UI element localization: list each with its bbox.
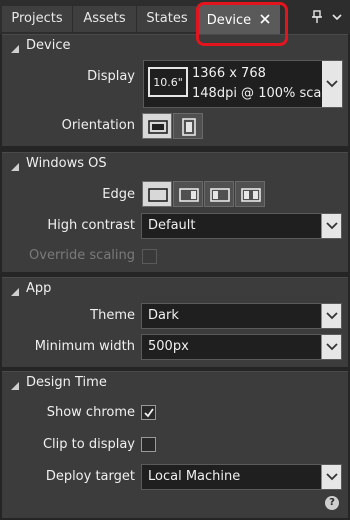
section-title: Design Time xyxy=(26,375,107,390)
minimum-width-label: Minimum width xyxy=(34,339,135,354)
theme-label: Theme xyxy=(90,308,135,323)
landscape-icon xyxy=(148,120,168,134)
minimum-width-select[interactable]: 500px xyxy=(141,334,342,360)
checkmark-icon xyxy=(144,408,154,418)
high-contrast-label: High contrast xyxy=(47,218,135,233)
edge-right-button[interactable] xyxy=(173,181,203,207)
orientation-label: Orientation xyxy=(61,118,135,133)
section-title: Windows OS xyxy=(26,156,107,171)
override-scaling-checkbox[interactable] xyxy=(142,249,157,264)
section-title: App xyxy=(26,281,52,296)
edge-none-icon xyxy=(148,188,168,202)
chevron-down-icon xyxy=(326,80,338,88)
collapse-triangle-icon[interactable] xyxy=(10,161,20,171)
high-contrast-value: Default xyxy=(148,218,196,233)
deploy-target-label: Deploy target xyxy=(45,469,135,484)
display-dpi: 148dpi @ 100% scale xyxy=(192,86,333,101)
minimum-width-value: 500px xyxy=(148,339,189,354)
tab-strip: Projects Assets States Device xyxy=(0,0,350,34)
orientation-landscape-button[interactable] xyxy=(142,113,172,139)
tab-device[interactable]: Device xyxy=(198,4,280,34)
portrait-icon xyxy=(182,118,196,136)
edge-both-button[interactable] xyxy=(235,181,265,207)
clip-to-display-label: Clip to display xyxy=(42,437,135,452)
edge-right-icon xyxy=(179,188,199,202)
edge-label: Edge xyxy=(102,187,135,202)
display-select[interactable]: 10.6" 1366 x 768 148dpi @ 100% scale xyxy=(143,60,343,108)
edge-both-icon xyxy=(241,188,261,202)
display-label: Display xyxy=(87,69,135,84)
section-header-windows-os[interactable]: Windows OS xyxy=(2,153,348,177)
high-contrast-dropdown-button[interactable] xyxy=(321,214,341,238)
deploy-target-value: Local Machine xyxy=(148,469,241,484)
section-header-design-time[interactable]: Design Time xyxy=(2,372,348,396)
theme-value: Dark xyxy=(148,308,179,323)
theme-select[interactable]: Dark xyxy=(141,303,342,329)
chevron-down-icon xyxy=(326,312,338,320)
tab-assets[interactable]: Assets xyxy=(73,6,136,32)
show-chrome-label: Show chrome xyxy=(46,405,135,420)
chevron-down-icon[interactable] xyxy=(330,10,344,24)
tab-label: Projects xyxy=(11,11,63,26)
collapse-triangle-icon[interactable] xyxy=(10,286,20,296)
deploy-target-select[interactable]: Local Machine xyxy=(141,464,342,490)
minimum-width-dropdown-button[interactable] xyxy=(321,335,341,359)
tab-label: Assets xyxy=(83,11,126,26)
orientation-portrait-button[interactable] xyxy=(173,113,203,139)
pin-icon[interactable] xyxy=(310,10,324,24)
chevron-down-icon xyxy=(326,473,338,481)
high-contrast-select[interactable]: Default xyxy=(141,213,342,239)
display-dropdown-button[interactable] xyxy=(322,61,342,107)
tab-projects[interactable]: Projects xyxy=(2,6,72,32)
collapse-triangle-icon[interactable] xyxy=(10,380,20,390)
edge-left-button[interactable] xyxy=(204,181,234,207)
chevron-down-icon xyxy=(326,222,338,230)
edge-none-button[interactable] xyxy=(142,181,172,207)
show-chrome-checkbox[interactable] xyxy=(141,405,156,420)
tab-label: Device xyxy=(206,13,252,28)
collapse-triangle-icon[interactable] xyxy=(10,43,20,53)
section-title: Device xyxy=(26,38,71,53)
section-header-app[interactable]: App xyxy=(2,278,348,302)
tab-states[interactable]: States xyxy=(137,6,197,32)
clip-to-display-checkbox[interactable] xyxy=(141,437,156,452)
section-header-device[interactable]: Device xyxy=(2,35,348,59)
screen-size-icon: 10.6" xyxy=(148,67,188,97)
close-icon[interactable] xyxy=(259,13,271,25)
display-resolution: 1366 x 768 xyxy=(192,66,266,81)
theme-dropdown-button[interactable] xyxy=(321,304,341,328)
tab-label: States xyxy=(146,11,188,26)
display-size-text: 10.6" xyxy=(153,76,183,89)
deploy-target-dropdown-button[interactable] xyxy=(321,465,341,489)
edge-left-icon xyxy=(210,188,230,202)
help-icon[interactable]: ? xyxy=(325,496,339,510)
override-scaling-label: Override scaling xyxy=(29,248,135,263)
chevron-down-icon xyxy=(326,343,338,351)
